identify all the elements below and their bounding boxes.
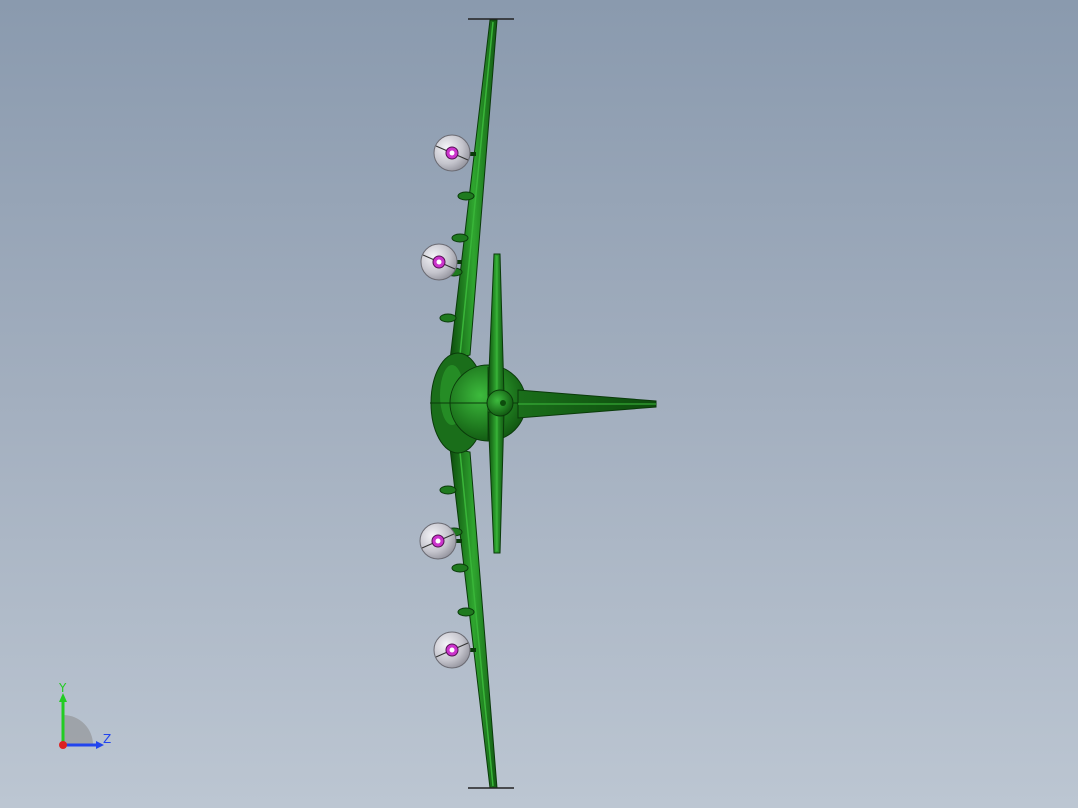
y-axis-label: Y <box>58 681 67 695</box>
x-axis-dot <box>59 741 67 749</box>
aircraft-model[interactable] <box>0 0 1078 808</box>
z-axis-label: Z <box>103 732 111 746</box>
graphics-viewport[interactable]: Y Z <box>0 0 1078 808</box>
tail-hub <box>486 389 514 417</box>
lower-wing[interactable] <box>449 447 514 789</box>
engine-1[interactable] <box>433 134 476 172</box>
tail-cone[interactable] <box>517 389 657 419</box>
triad-plane <box>63 715 93 745</box>
engine-4[interactable] <box>433 631 476 669</box>
upper-wing[interactable] <box>449 18 514 361</box>
orientation-triad[interactable]: Y Z <box>40 680 130 760</box>
fuselage[interactable] <box>430 352 530 454</box>
